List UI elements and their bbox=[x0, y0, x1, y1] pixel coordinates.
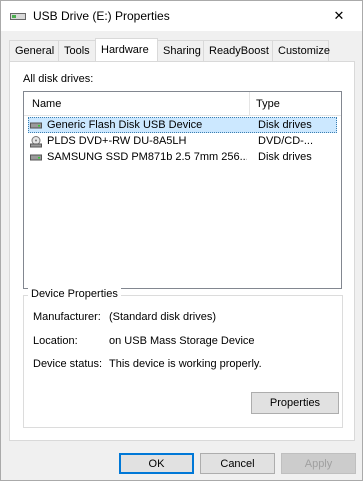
group-title: Device Properties bbox=[28, 288, 121, 300]
column-header-type[interactable]: Type bbox=[250, 92, 341, 116]
tab-readyboost[interactable]: ReadyBoost bbox=[203, 40, 273, 61]
usb-drive-icon bbox=[10, 11, 26, 21]
status-label: Device status: bbox=[33, 358, 103, 370]
tab-tools[interactable]: Tools bbox=[58, 40, 96, 61]
column-header-name[interactable]: Name bbox=[24, 92, 250, 116]
list-item[interactable]: Generic Flash Disk USB Device Disk drive… bbox=[28, 117, 337, 133]
manufacturer-label: Manufacturer: bbox=[33, 311, 101, 323]
drive-name: PLDS DVD+-RW DU-8A5LH bbox=[47, 135, 187, 147]
drive-name: SAMSUNG SSD PM871b 2.5 7mm 256... bbox=[47, 151, 247, 163]
dvd-drive-icon bbox=[30, 136, 42, 148]
drive-type: DVD/CD-... bbox=[258, 135, 313, 147]
manufacturer-value: (Standard disk drives) bbox=[109, 311, 216, 323]
hardware-panel: All disk drives: Name Type Generic Flash… bbox=[9, 61, 355, 441]
disk-drive-icon bbox=[30, 152, 42, 162]
drives-list[interactable]: Name Type Generic Flash Disk USB Device … bbox=[23, 91, 342, 289]
drive-name: Generic Flash Disk USB Device bbox=[47, 119, 203, 131]
location-value: on USB Mass Storage Device bbox=[109, 335, 255, 347]
status-value: This device is working properly. bbox=[109, 358, 262, 370]
tab-strip: General Tools Hardware Sharing ReadyBoos… bbox=[9, 38, 330, 61]
list-header: Name Type bbox=[24, 92, 341, 116]
drive-type: Disk drives bbox=[258, 119, 312, 131]
tab-customize[interactable]: Customize bbox=[272, 40, 330, 61]
location-label: Location: bbox=[33, 335, 78, 347]
disk-drive-icon bbox=[30, 120, 42, 130]
list-item[interactable]: SAMSUNG SSD PM871b 2.5 7mm 256... Disk d… bbox=[24, 149, 341, 165]
drive-type: Disk drives bbox=[258, 151, 312, 163]
cancel-button[interactable]: Cancel bbox=[200, 453, 275, 474]
title-bar[interactable]: USB Drive (E:) Properties ✕ bbox=[1, 1, 362, 31]
close-icon: ✕ bbox=[333, 8, 345, 23]
tab-general[interactable]: General bbox=[9, 40, 59, 61]
tab-hardware[interactable]: Hardware bbox=[95, 38, 158, 61]
device-properties-group: Device Properties Manufacturer: (Standar… bbox=[23, 288, 343, 428]
ok-button[interactable]: OK bbox=[119, 453, 194, 474]
all-disk-drives-label: All disk drives: bbox=[23, 73, 94, 85]
properties-button[interactable]: Properties bbox=[251, 392, 339, 414]
window-title: USB Drive (E:) Properties bbox=[33, 9, 170, 23]
apply-button[interactable]: Apply bbox=[281, 453, 356, 474]
tab-sharing[interactable]: Sharing bbox=[157, 40, 204, 61]
list-item[interactable]: PLDS DVD+-RW DU-8A5LH DVD/CD-... bbox=[24, 133, 341, 149]
list-rows: Generic Flash Disk USB Device Disk drive… bbox=[24, 117, 341, 165]
close-button[interactable]: ✕ bbox=[316, 1, 362, 31]
properties-dialog: USB Drive (E:) Properties ✕ General Tool… bbox=[0, 0, 363, 481]
